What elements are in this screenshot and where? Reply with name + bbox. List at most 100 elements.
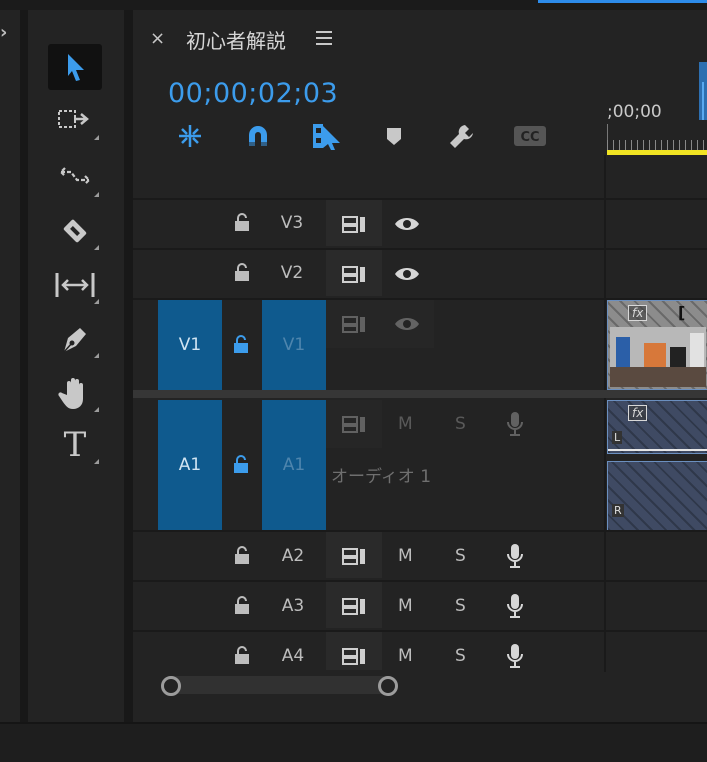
linked-selection-button[interactable]: [308, 120, 344, 152]
playhead-timecode[interactable]: 00;00;02;03: [168, 78, 338, 109]
lock-open-icon[interactable]: [233, 595, 251, 619]
track-v3-content[interactable]: [605, 198, 707, 248]
wrench-icon: [450, 125, 473, 148]
add-marker-button[interactable]: [376, 120, 412, 152]
razor-tool[interactable]: [48, 208, 102, 254]
snap-in-timeline-button[interactable]: [172, 120, 208, 152]
track-a4-content[interactable]: [605, 630, 707, 672]
sequence-tab-title[interactable]: 初心者解説: [186, 25, 286, 54]
microphone-icon[interactable]: [505, 642, 525, 674]
magnet-icon: [249, 126, 267, 146]
panel-divider[interactable]: [124, 10, 133, 722]
microphone-icon[interactable]: [505, 542, 525, 574]
mute-button[interactable]: M: [398, 646, 413, 666]
lock-open-icon[interactable]: [232, 334, 250, 358]
track-v3-label[interactable]: V3: [270, 213, 314, 233]
left-panel: [0, 10, 20, 722]
clip-thumbnail: [610, 327, 706, 387]
video-clip[interactable]: fx [: [607, 300, 707, 390]
audio-clip-right[interactable]: R: [607, 461, 707, 531]
fx-badge: fx: [628, 305, 648, 321]
razor-icon: [63, 219, 87, 243]
scrollbar-left-handle[interactable]: [161, 676, 181, 696]
mute-button[interactable]: M: [398, 596, 413, 616]
solo-button[interactable]: S: [455, 546, 466, 566]
eye-icon[interactable]: [394, 265, 420, 287]
track-a4-label[interactable]: A4: [271, 646, 315, 666]
type-icon: T: [63, 425, 87, 465]
active-panel-indicator: [538, 0, 707, 3]
lock-open-icon[interactable]: [233, 545, 251, 569]
toggle-sync-lock-icon[interactable]: [341, 414, 367, 438]
lock-open-icon[interactable]: [233, 262, 251, 286]
toggle-output-icon[interactable]: [341, 314, 367, 338]
selection-tool[interactable]: [48, 44, 102, 90]
ripple-edit-icon: [59, 167, 91, 185]
eye-icon[interactable]: [394, 315, 420, 337]
selection-arrow-icon: [68, 54, 84, 81]
audio-clip-left[interactable]: fx L: [607, 400, 707, 454]
microphone-icon[interactable]: [505, 592, 525, 624]
solo-button[interactable]: S: [455, 596, 466, 616]
track-a2-content[interactable]: [605, 530, 707, 580]
track-select-icon: [58, 110, 89, 128]
solo-button[interactable]: S: [455, 414, 466, 434]
nest-icon: [179, 125, 201, 147]
toggle-output-icon[interactable]: [341, 214, 367, 238]
track-v2-label[interactable]: V2: [270, 263, 314, 283]
source-patch-a1[interactable]: A1: [158, 400, 222, 530]
track-a1-name[interactable]: オーディオ 1: [331, 462, 431, 487]
svg-text:CC: CC: [520, 130, 539, 145]
track-v2-content[interactable]: [605, 248, 707, 298]
toggle-sync-lock-icon[interactable]: [341, 646, 367, 670]
playhead-handle[interactable]: [699, 62, 707, 120]
pen-icon: [63, 328, 86, 353]
work-area-bar[interactable]: [607, 150, 707, 155]
toggle-output-icon[interactable]: [341, 264, 367, 288]
scrollbar-right-handle[interactable]: [378, 676, 398, 696]
ruler-timecode: ;00;00: [607, 102, 662, 122]
slip-tool[interactable]: [48, 262, 102, 308]
chevron-right-icon[interactable]: ›: [0, 22, 7, 43]
lock-open-icon[interactable]: [233, 645, 251, 669]
channel-label-right: R: [612, 504, 624, 517]
track-a3-content[interactable]: [605, 580, 707, 630]
mute-button[interactable]: M: [398, 546, 413, 566]
scrollbar-thumb[interactable]: [166, 676, 390, 694]
toggle-sync-lock-icon[interactable]: [341, 596, 367, 620]
eye-icon[interactable]: [394, 215, 420, 237]
toggle-sync-lock-icon[interactable]: [341, 546, 367, 570]
track-a1-label[interactable]: A1: [262, 400, 326, 530]
marker-icon: [387, 128, 401, 145]
source-patch-v1[interactable]: V1: [158, 300, 222, 390]
ripple-edit-tool[interactable]: [48, 155, 102, 201]
pen-tool[interactable]: [48, 316, 102, 362]
track-select-forward-tool[interactable]: [48, 98, 102, 144]
ruler-ticks: [607, 140, 707, 150]
microphone-icon[interactable]: [505, 410, 525, 442]
track-v1-label[interactable]: V1: [262, 300, 326, 390]
panel-divider[interactable]: [20, 10, 28, 722]
fx-badge: fx: [628, 405, 648, 421]
clip-bracket: [: [678, 303, 686, 322]
hand-icon: [58, 378, 83, 409]
captions-icon: CC: [514, 126, 546, 146]
close-icon[interactable]: ×: [150, 28, 165, 49]
mute-button[interactable]: M: [398, 414, 413, 434]
snap-button[interactable]: [240, 120, 276, 152]
volume-line[interactable]: [608, 449, 707, 451]
lock-open-icon[interactable]: [233, 212, 251, 236]
panel-menu-icon[interactable]: [315, 30, 333, 50]
video-audio-divider[interactable]: [133, 390, 707, 398]
captions-button[interactable]: CC: [512, 120, 548, 152]
bottom-status-bar: [0, 722, 707, 762]
lock-open-icon[interactable]: [232, 454, 250, 478]
channel-label-left: L: [612, 431, 623, 444]
type-tool[interactable]: T: [48, 422, 102, 468]
timeline-settings-button[interactable]: [444, 120, 480, 152]
solo-button[interactable]: S: [455, 646, 466, 666]
slip-icon: [55, 273, 95, 297]
hand-tool[interactable]: [48, 370, 102, 416]
track-a2-label[interactable]: A2: [271, 546, 315, 566]
track-a3-label[interactable]: A3: [271, 596, 315, 616]
